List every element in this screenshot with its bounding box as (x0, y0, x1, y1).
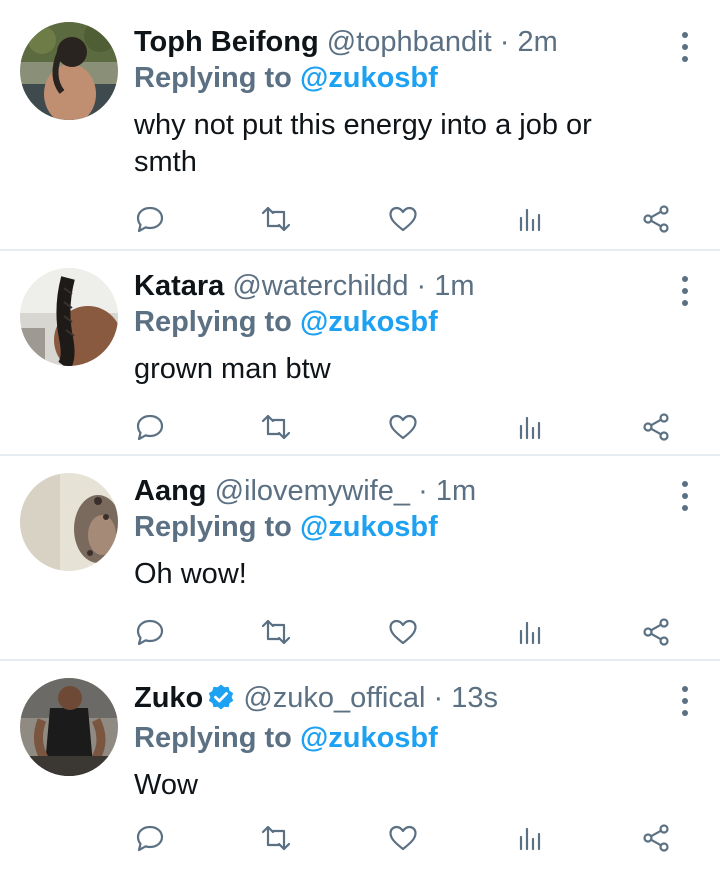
tweet-actions (0, 612, 720, 652)
replying-to: Replying to @zukosbf (134, 61, 640, 95)
user-handle[interactable]: @zuko_offical (243, 682, 425, 714)
retweet-icon (261, 619, 291, 645)
like-icon (389, 206, 417, 232)
separator: · (499, 26, 510, 58)
more-icon[interactable] (680, 32, 690, 62)
tweet-actions (0, 407, 720, 447)
analytics-icon (519, 416, 541, 440)
reply-button[interactable] (130, 612, 170, 652)
retweet-icon (261, 414, 291, 440)
analytics-button[interactable] (510, 612, 550, 652)
reply-icon (136, 825, 164, 852)
more-icon[interactable] (680, 481, 690, 511)
share-button[interactable] (636, 199, 676, 239)
tweet-actions (0, 818, 720, 858)
reply-button[interactable] (130, 199, 170, 239)
more-icon[interactable] (680, 686, 690, 716)
avatar[interactable] (20, 678, 118, 776)
display-name[interactable]: Aang (134, 475, 207, 507)
retweet-button[interactable] (256, 407, 296, 447)
timestamp[interactable]: 13s (451, 682, 498, 714)
share-button[interactable] (636, 612, 676, 652)
tweet-katara[interactable]: Katara @waterchildd · 1m Replying to @zu… (0, 251, 720, 456)
replying-to: Replying to @zukosbf (134, 510, 640, 544)
analytics-icon (519, 621, 541, 645)
analytics-button[interactable] (510, 199, 550, 239)
replying-to-label: Replying to (134, 306, 292, 338)
user-handle[interactable]: @waterchildd (232, 270, 408, 302)
reply-icon (136, 206, 164, 233)
display-name[interactable]: Toph Beifong (134, 26, 319, 58)
reply-feed: Toph Beifong @tophbandit · 2m Replying t… (0, 0, 720, 872)
tweet-text: Oh wow! (134, 558, 247, 590)
like-button[interactable] (383, 612, 423, 652)
replying-to: Replying to @zukosbf (134, 721, 640, 755)
tweet-actions (0, 199, 720, 239)
tweet-text: why not put this energy into a job or sm… (134, 109, 592, 178)
tweet-header: Zuko @zuko_offical · 13s (134, 681, 640, 719)
verified-badge-icon (207, 683, 235, 719)
retweet-icon (261, 206, 291, 232)
tweet-aang[interactable]: Aang @ilovemywife_ · 1m Replying to @zuk… (0, 456, 720, 661)
analytics-button[interactable] (510, 818, 550, 858)
display-name[interactable]: Katara (134, 270, 224, 302)
share-button[interactable] (636, 818, 676, 858)
reply-button[interactable] (130, 407, 170, 447)
reply-button[interactable] (130, 818, 170, 858)
tweet-toph[interactable]: Toph Beifong @tophbandit · 2m Replying t… (0, 0, 720, 251)
reply-icon (136, 414, 164, 441)
share-icon (643, 205, 669, 233)
avatar[interactable] (20, 22, 118, 120)
tweet-zuko[interactable]: Zuko @zuko_offical · 13s Replying to @zu… (0, 661, 720, 872)
avatar[interactable] (20, 268, 118, 366)
like-button[interactable] (383, 407, 423, 447)
reply-icon (136, 619, 164, 646)
tweet-header: Toph Beifong @tophbandit · 2m (134, 25, 640, 59)
tweet-text: Wow (134, 769, 198, 801)
timestamp[interactable]: 2m (517, 26, 557, 58)
display-name[interactable]: Zuko (134, 682, 203, 714)
separator: · (418, 475, 428, 507)
mention-link[interactable]: @zukosbf (300, 722, 438, 754)
analytics-icon (519, 827, 541, 851)
tweet-text: grown man btw (134, 353, 331, 385)
like-icon (389, 825, 417, 851)
more-icon[interactable] (680, 276, 690, 306)
retweet-button[interactable] (256, 818, 296, 858)
tweet-header: Aang @ilovemywife_ · 1m (134, 474, 640, 508)
like-button[interactable] (383, 818, 423, 858)
share-icon (643, 413, 669, 441)
mention-link[interactable]: @zukosbf (300, 511, 438, 543)
user-handle[interactable]: @ilovemywife_ (215, 475, 410, 507)
replying-to-label: Replying to (134, 62, 292, 94)
replying-to-label: Replying to (134, 511, 292, 543)
avatar[interactable] (20, 473, 118, 571)
mention-link[interactable]: @zukosbf (300, 62, 438, 94)
timestamp[interactable]: 1m (434, 270, 474, 302)
analytics-icon (519, 208, 541, 232)
user-handle[interactable]: @tophbandit (327, 26, 492, 58)
separator: · (433, 682, 444, 714)
mention-link[interactable]: @zukosbf (300, 306, 438, 338)
timestamp[interactable]: 1m (436, 475, 476, 507)
share-icon (643, 618, 669, 646)
like-button[interactable] (383, 199, 423, 239)
share-icon (643, 824, 669, 852)
retweet-button[interactable] (256, 612, 296, 652)
share-button[interactable] (636, 407, 676, 447)
retweet-button[interactable] (256, 199, 296, 239)
like-icon (389, 414, 417, 440)
tweet-header: Katara @waterchildd · 1m (134, 269, 640, 303)
analytics-button[interactable] (510, 407, 550, 447)
retweet-icon (261, 825, 291, 851)
like-icon (389, 619, 417, 645)
replying-to: Replying to @zukosbf (134, 305, 640, 339)
replying-to-label: Replying to (134, 722, 292, 754)
separator: · (416, 270, 427, 302)
